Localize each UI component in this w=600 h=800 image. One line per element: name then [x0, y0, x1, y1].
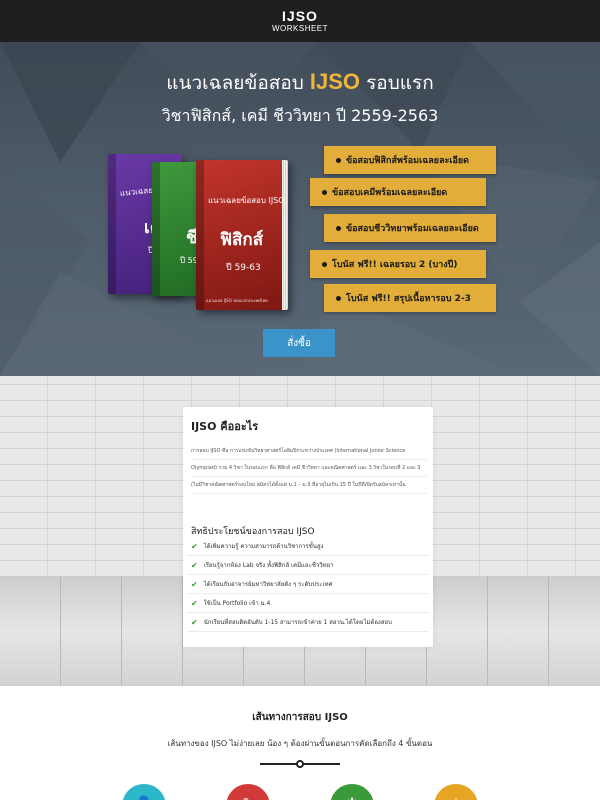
bullet-icon [336, 157, 341, 163]
benefit-text: เรียนรู้จากห้อง Lab จริง ทั้งฟิสิกส์ เคม… [203, 562, 334, 569]
step-1-person-icon: 👤 [122, 784, 166, 800]
check-icon: ✔ [191, 598, 198, 608]
list-item: ✔ เรียนรู้จากห้อง Lab จริง ทั้งฟิสิกส์ เค… [187, 556, 429, 575]
ribbon-label: ข้อสอบเคมีพร้อมเฉลยละเอียด [332, 188, 448, 198]
feature-ribbon-chemistry: ข้อสอบเคมีพร้อมเฉลยละเอียด [310, 178, 486, 206]
step-4-trophy-icon: ★ [434, 784, 478, 800]
feature-ribbon-biology: ข้อสอบชีววิทยาพร้อมเฉลยละเอียด [324, 214, 496, 242]
list-item: ✔ ได้เรียนกับอาจารย์มหาวิทยาลัยดัง ๆ ระดั… [187, 575, 429, 594]
benefits-title: สิทธิประโยชน์ของการสอบ IJSO [191, 527, 315, 537]
feature-ribbon-bonus-round2: โบนัส ฟรี!! เฉลยรอบ 2 (บางปี) [310, 250, 486, 278]
book-red-footer: แนวเฉลย IJSO รอบแรกประเทศไทย [206, 298, 268, 303]
step-3-star-icon: ✱ [330, 784, 374, 800]
about-paragraph: การสอบ IJSO คือ การแข่งขันวิทยาศาสตร์โอล… [191, 443, 427, 494]
ribbon-label: โบนัส ฟรี!! สรุปเนื้อหารอบ 2-3 [346, 294, 471, 304]
path-title: เส้นทางการสอบ IJSO [252, 712, 348, 723]
ribbon-label: ข้อสอบชีววิทยาพร้อมเฉลยละเอียด [346, 224, 479, 234]
logo-main-text: IJSO [282, 8, 318, 24]
ribbon-label: โบนัส ฟรี!! เฉลยรอบ 2 (บางปี) [332, 260, 458, 270]
benefit-text: นักเรียนที่สอบติดอันดับ 1-15 สามารถเข้าค… [203, 619, 392, 626]
feature-ribbon-bonus-summary: โบนัส ฟรี!! สรุปเนื้อหารอบ 2-3 [324, 284, 496, 312]
bullet-icon [322, 261, 327, 267]
logo-sub-text: WORKSHEET [271, 24, 329, 33]
benefits-list: ✔ ได้เพิ่มความรู้ ความสามารถด้านวิชาการขั… [187, 537, 429, 632]
ribbon-label: ข้อสอบฟิสิกส์พร้อมเฉลยละเอียด [346, 156, 470, 166]
benefit-text: ได้เพิ่มความรู้ ความสามารถด้านวิชาการขั้… [203, 543, 324, 550]
ijso-worksheet-logo[interactable]: IJSO WORKSHEET [272, 9, 328, 33]
hero-section: แนวเฉลยข้อสอบ IJSO รอบแรก วิชาฟิสิกส์, เ… [0, 42, 600, 376]
about-card: IJSO คืออะไร การสอบ IJSO คือ การแข่งขันว… [183, 407, 433, 647]
check-icon: ✔ [191, 560, 198, 570]
list-item: ✔ ได้เพิ่มความรู้ ความสามารถด้านวิชาการขั… [187, 537, 429, 556]
bullet-icon [336, 295, 341, 301]
order-button[interactable]: สั่งซื้อ [263, 329, 335, 357]
hero-title-prefix: แนวเฉลยข้อสอบ [166, 72, 310, 94]
path-subtitle: เส้นทางของ IJSO ไม่ง่ายเลย น้อง ๆ ต้องผ่… [167, 739, 433, 748]
book-red-year: ปี 59-63 [226, 263, 261, 273]
check-icon: ✔ [191, 541, 198, 551]
step-2-document-icon: ✎ [226, 784, 270, 800]
hero-subtitle: วิชาฟิสิกส์, เคมี ชีววิทยา ปี 2559-2563 [161, 106, 439, 125]
hero-title-suffix: รอบแรก [360, 72, 434, 94]
check-icon: ✔ [191, 617, 198, 627]
divider-dot [296, 760, 304, 768]
bullet-icon [322, 189, 327, 195]
feature-ribbon-physics: ข้อสอบฟิสิกส์พร้อมเฉลยละเอียด [324, 146, 496, 174]
about-title: IJSO คืออะไร [191, 420, 259, 433]
check-icon: ✔ [191, 579, 198, 589]
hero-title-accent: IJSO [309, 69, 361, 94]
book-red-series: แนวเฉลยข้อสอบ IJSO [208, 196, 285, 205]
book-red-subject: ฟิสิกส์ [220, 230, 264, 250]
top-navbar: IJSO WORKSHEET [0, 0, 600, 42]
hero-title: แนวเฉลยข้อสอบ IJSO รอบแรก [0, 68, 600, 98]
list-item: ✔ ใช้เป็น Portfolio เข้า ม.4 [187, 594, 429, 613]
list-item: ✔ นักเรียนที่สอบติดอันดับ 1-15 สามารถเข้า… [187, 613, 429, 632]
bullet-icon [336, 225, 341, 231]
benefit-text: ใช้เป็น Portfolio เข้า ม.4 [203, 600, 271, 607]
benefit-text: ได้เรียนกับอาจารย์มหาวิทยาลัยดัง ๆ ระดับ… [203, 581, 333, 588]
book-physics: แนวเฉลยข้อสอบ IJSO ฟิสิกส์ ปี 59-63 แนวเ… [196, 160, 288, 310]
